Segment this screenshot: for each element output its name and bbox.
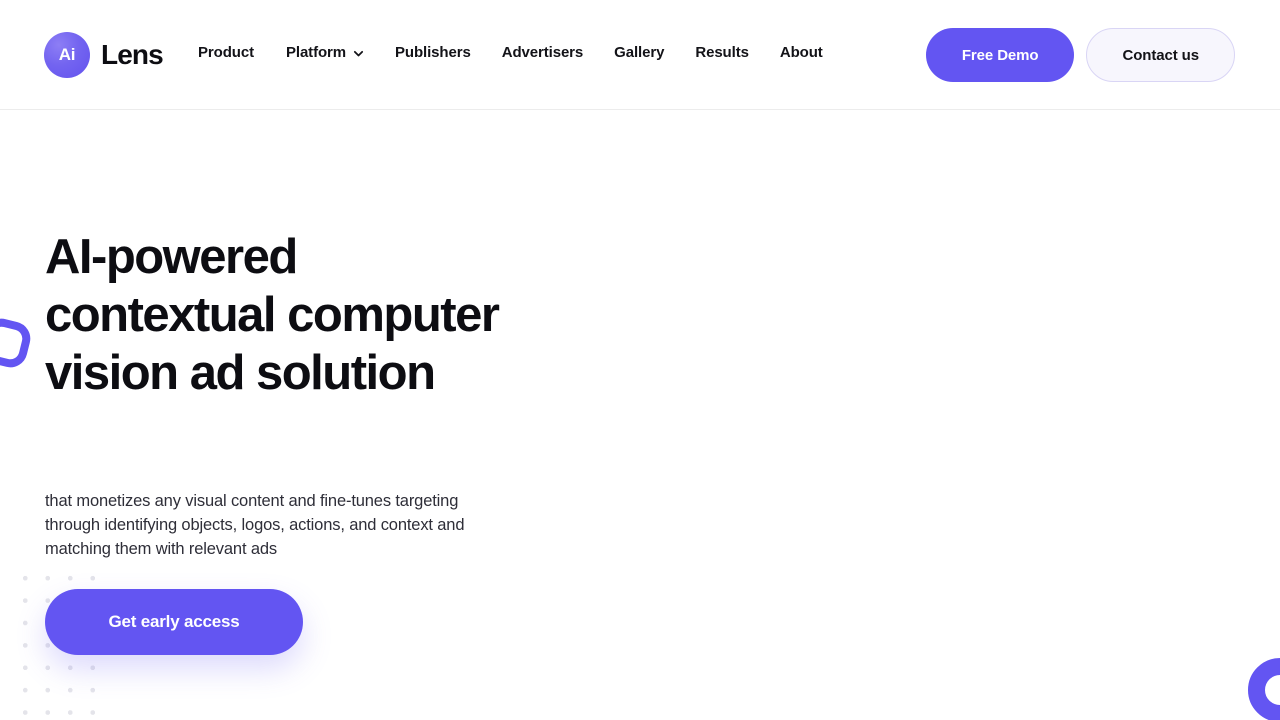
get-early-access-button[interactable]: Get early access bbox=[45, 589, 303, 655]
nav-item-label: Product bbox=[198, 44, 254, 61]
hero-subtitle: that monetizes any visual content and fi… bbox=[45, 492, 465, 558]
site-header: Ai Lens Product Platform Publishers Adve… bbox=[0, 0, 1280, 110]
header-actions: Free Demo Contact us bbox=[925, 28, 1235, 82]
contact-us-button[interactable]: Contact us bbox=[1086, 28, 1235, 82]
circle-ring-icon bbox=[1248, 658, 1280, 720]
nav-item-publishers[interactable]: Publishers bbox=[395, 44, 502, 61]
nav-item-gallery[interactable]: Gallery bbox=[614, 44, 695, 61]
rounded-square-ring-icon bbox=[0, 315, 34, 371]
chevron-down-icon bbox=[353, 48, 364, 59]
nav-item-label: Advertisers bbox=[501, 44, 584, 61]
nav-item-platform[interactable]: Platform bbox=[286, 44, 395, 61]
nav-item-label: Results bbox=[695, 44, 749, 61]
nav-item-results[interactable]: Results bbox=[695, 44, 780, 61]
nav-item-label: Gallery bbox=[614, 44, 665, 61]
nav-item-about[interactable]: About bbox=[780, 44, 854, 61]
nav-item-product[interactable]: Product bbox=[198, 44, 286, 61]
brand-logo[interactable]: Ai Lens bbox=[44, 32, 164, 78]
nav-item-label: Publishers bbox=[395, 44, 471, 61]
page-title: AI-powered contextual computer vision ad… bbox=[45, 230, 500, 400]
main-navigation: Product Platform Publishers Advertisers … bbox=[198, 44, 854, 61]
free-demo-button[interactable]: Free Demo bbox=[925, 28, 1075, 82]
nav-item-advertisers[interactable]: Advertisers bbox=[502, 44, 614, 61]
brand-mark-text: Ai bbox=[58, 45, 76, 64]
brand-logo-circle-icon: Ai bbox=[44, 32, 90, 78]
nav-item-label: Platform bbox=[285, 44, 347, 61]
hero-section: AI-powered contextual computer vision ad… bbox=[0, 110, 1280, 720]
nav-item-label: About bbox=[779, 44, 823, 61]
page-root: Ai Lens Product Platform Publishers Adve… bbox=[0, 0, 1280, 720]
brand-name: Lens bbox=[101, 39, 164, 70]
